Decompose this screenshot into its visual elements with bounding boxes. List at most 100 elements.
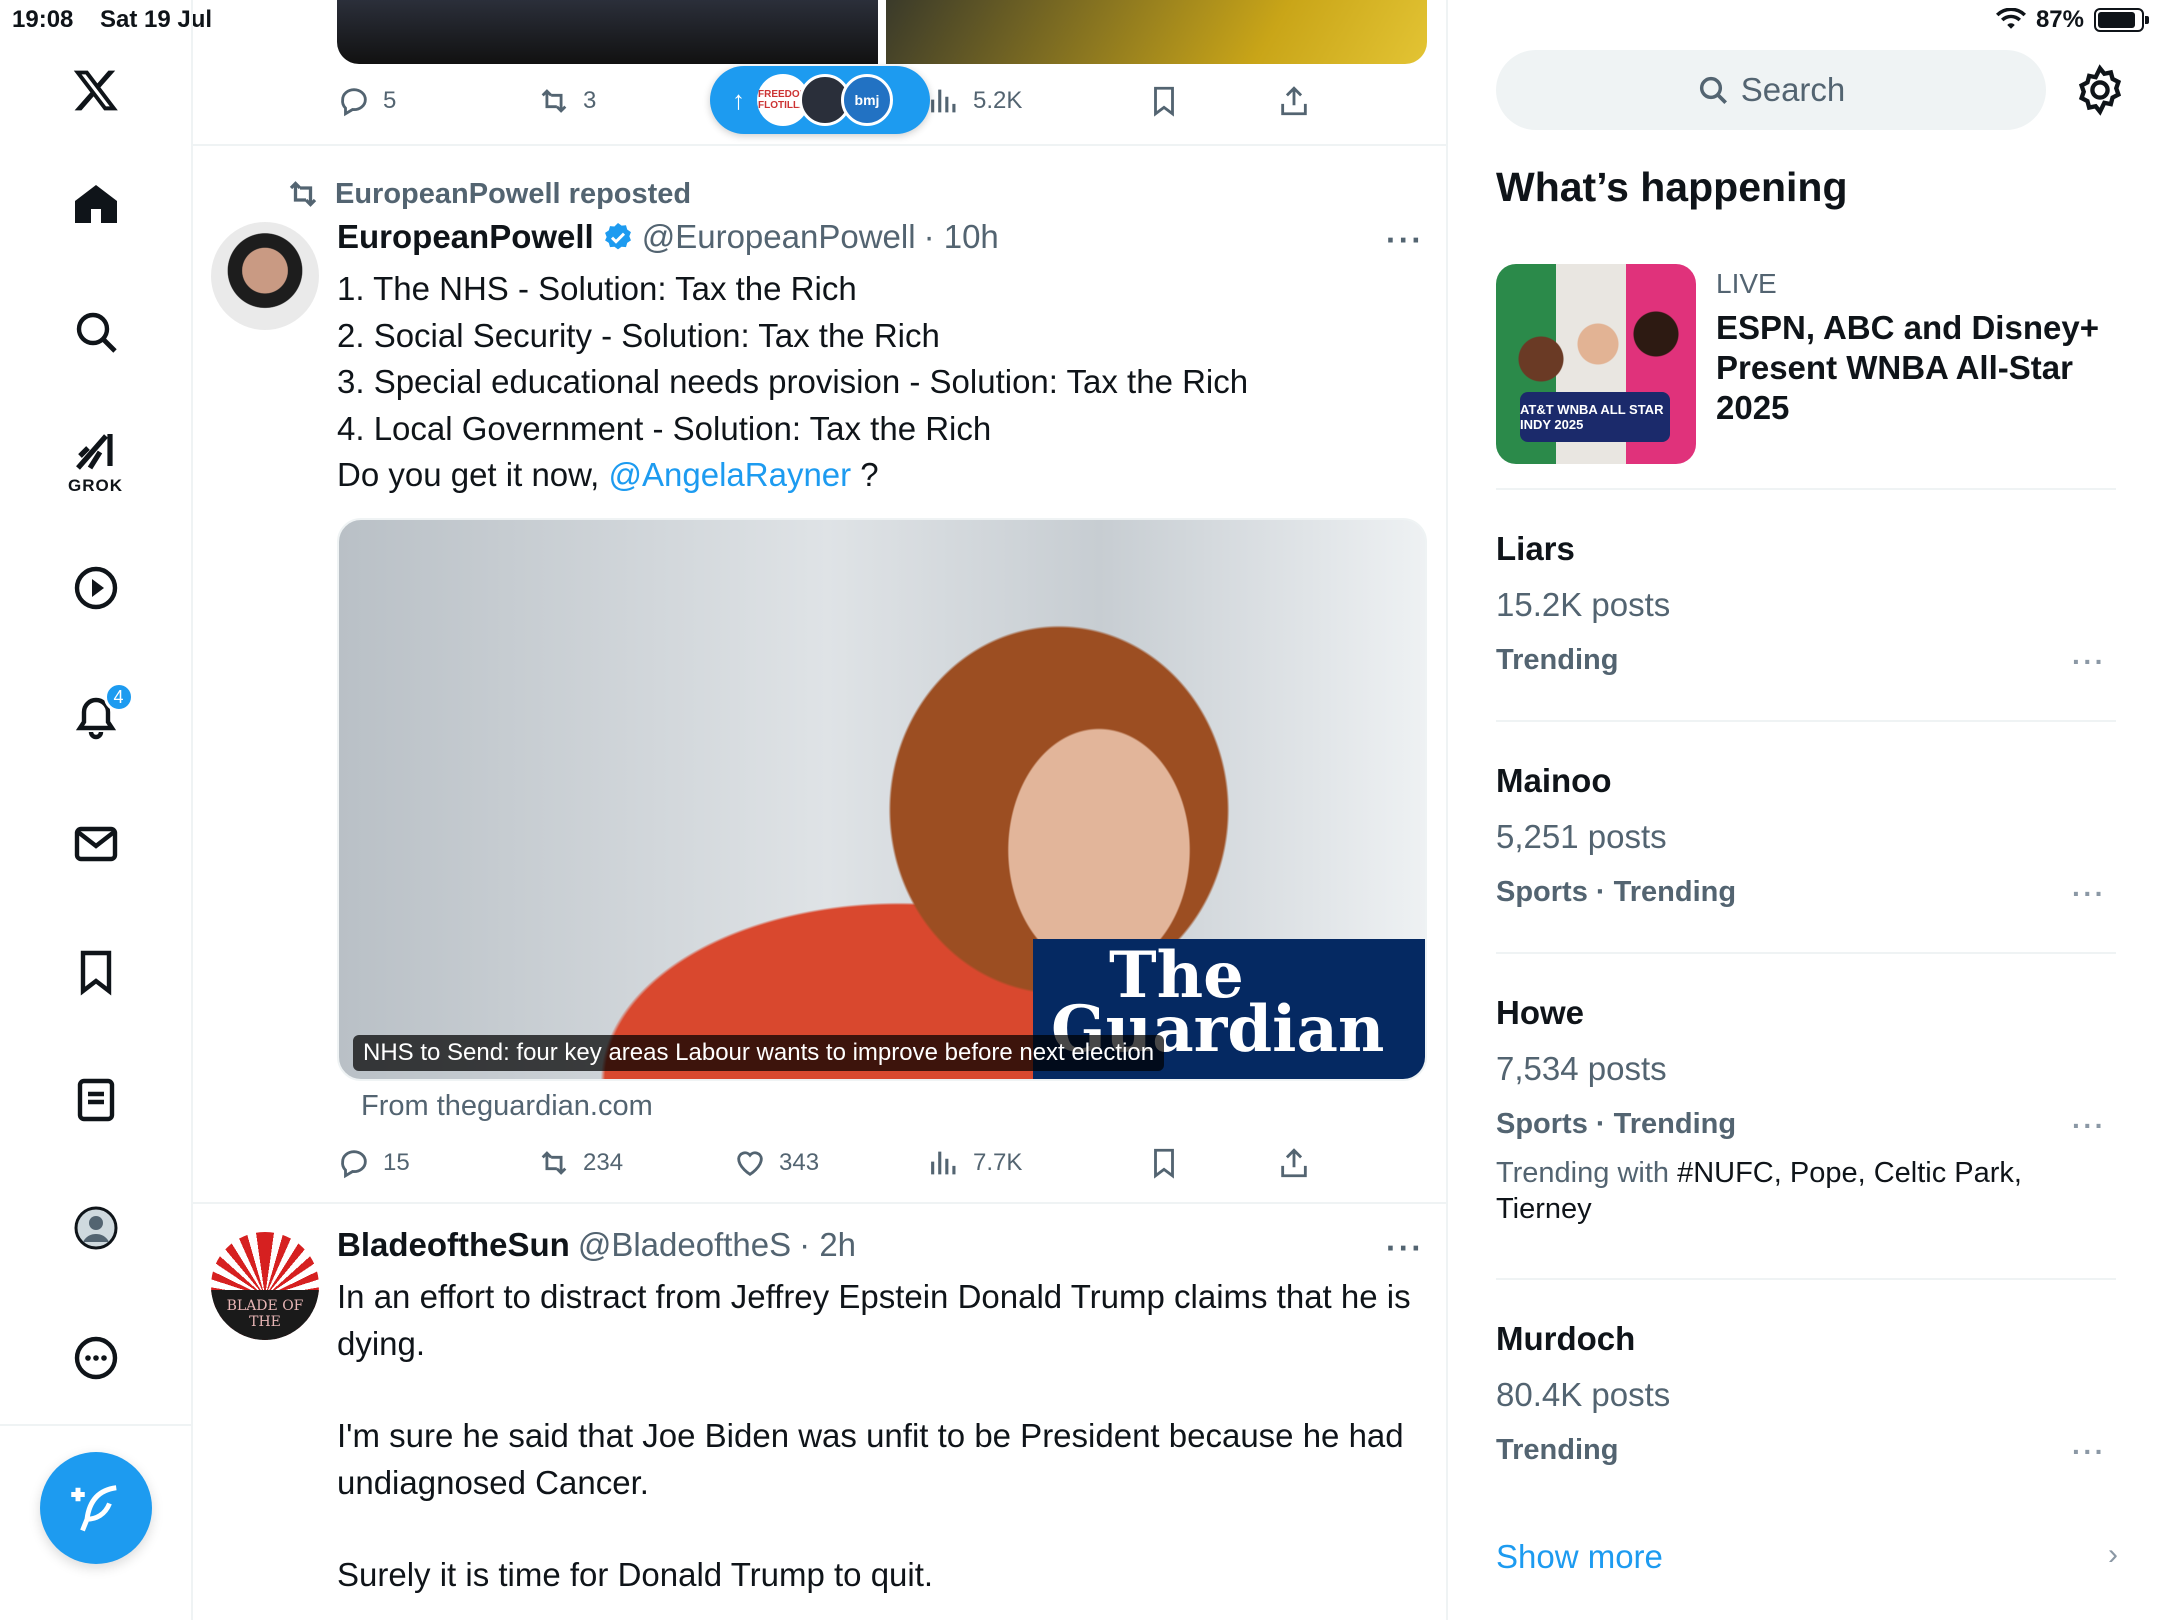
trend-posts: 7,534 posts <box>1496 1050 1667 1087</box>
view-count: 5.2K <box>973 87 1023 114</box>
trend-divider <box>1496 720 2116 722</box>
new-posts-pill[interactable]: ↑ FREEDOM FLOTILLA bmj <box>710 66 930 134</box>
trend-more-button[interactable]: ··· <box>2072 878 2106 910</box>
reply-icon <box>341 1150 367 1179</box>
post-paragraph: I'm sure he said that Joe Biden was unfi… <box>337 1417 1404 1501</box>
search-input[interactable]: Search <box>1496 50 2046 130</box>
grok-label: GROK <box>68 476 123 495</box>
search-icon[interactable] <box>48 284 144 380</box>
like-button[interactable]: 343 <box>733 1146 819 1180</box>
compose-button[interactable] <box>40 1452 152 1564</box>
avatar[interactable]: BLADE OF THE <box>211 1232 319 1340</box>
trend-posts: 15.2K posts <box>1496 586 1671 623</box>
right-sidebar: Search What’s happening AT&T WNBA ALL ST… <box>1448 0 2160 1620</box>
mail-icon[interactable] <box>48 796 144 892</box>
post-time[interactable]: · 2h <box>799 1226 856 1264</box>
trend-category: Trending <box>1496 1434 1619 1466</box>
verified-icon <box>604 223 631 250</box>
repost-button[interactable]: 3 <box>537 84 596 118</box>
profile-icon[interactable] <box>48 1180 144 1276</box>
share-button[interactable] <box>1277 84 1311 118</box>
event-badge: AT&T WNBA ALL STAR INDY 2025 <box>1520 392 1670 442</box>
post-time[interactable]: · 10h <box>924 218 999 256</box>
bookmark-button[interactable] <box>1147 84 1181 118</box>
repost-icon <box>541 89 567 113</box>
author-name[interactable]: BladeoftheSun <box>337 1226 570 1264</box>
gear-icon[interactable] <box>2074 64 2126 116</box>
trend-category: Sports · Trending <box>1496 1108 1737 1140</box>
trend-more-button[interactable]: ··· <box>2072 1436 2106 1468</box>
section-title: What’s happening <box>1496 164 1848 210</box>
media-thumb[interactable] <box>886 0 1427 64</box>
arrow-up-icon: ↑ <box>732 84 745 115</box>
author-handle[interactable]: @BladeoftheS <box>578 1226 791 1264</box>
repost-icon <box>289 181 317 207</box>
live-event-image[interactable]: AT&T WNBA ALL STAR INDY 2025 <box>1496 264 1696 464</box>
compose-icon <box>71 1485 117 1532</box>
left-nav: GROK 4 <box>0 0 193 1620</box>
mention-link[interactable]: @AngelaRayner <box>609 456 852 493</box>
more-icon[interactable] <box>48 1310 144 1406</box>
card-caption: NHS to Send: four key areas Labour wants… <box>353 1035 1165 1071</box>
notification-badge: 4 <box>103 682 134 712</box>
post-paragraph: Surely it is time for Donald Trump to qu… <box>337 1556 934 1593</box>
home-icon[interactable] <box>48 156 144 252</box>
bookmark-button[interactable] <box>1147 1146 1181 1180</box>
trend-item[interactable]: Howe 7,534 posts Sports · Trending Trend… <box>1496 994 2116 1227</box>
previous-post-media[interactable] <box>337 0 1427 64</box>
notifications-button[interactable]: 4 <box>48 668 144 764</box>
trend-item[interactable]: Liars 15.2K posts Trending ··· <box>1496 530 2116 677</box>
trend-item[interactable]: Murdoch 80.4K posts Trending ··· <box>1496 1320 2116 1467</box>
search-icon <box>1699 76 1727 104</box>
post-actions: 15 234 343 7.7K <box>337 1146 1337 1186</box>
live-event-title[interactable]: ESPN, ABC and Disney+ Present WNBA All-S… <box>1716 308 2136 428</box>
share-icon <box>1281 1148 1307 1178</box>
repost-count: 3 <box>583 87 597 114</box>
views-button[interactable]: 5.2K <box>927 84 1022 118</box>
post-divider <box>193 144 1446 146</box>
trend-item[interactable]: Mainoo 5,251 posts Sports · Trending ··· <box>1496 762 2116 909</box>
show-more-link[interactable]: Show more <box>1496 1538 1663 1576</box>
repost-count: 234 <box>583 1149 624 1176</box>
author-handle[interactable]: @EuropeanPowell <box>642 218 916 256</box>
reply-button[interactable]: 15 <box>337 1146 410 1180</box>
trend-category: Trending <box>1496 644 1619 676</box>
trend-divider <box>1496 488 2116 490</box>
bookmark-icon <box>1154 1148 1174 1179</box>
reply-button[interactable]: 5 <box>337 84 396 118</box>
list-icon[interactable] <box>48 1052 144 1148</box>
trend-name: Mainoo <box>1496 762 1612 799</box>
trend-more-button[interactable]: ··· <box>2072 1110 2106 1142</box>
post-line: 4. Local Government - Solution: Tax the … <box>337 409 992 447</box>
post-paragraph: In an effort to distract from Jeffrey Ep… <box>337 1278 1411 1362</box>
post-header: EuropeanPowell @EuropeanPowell · 10h <box>337 218 999 256</box>
share-button[interactable] <box>1277 1146 1311 1180</box>
bookmark-icon[interactable] <box>48 924 144 1020</box>
live-label: LIVE <box>1716 268 1777 299</box>
chevron-right-icon: › <box>2108 1538 2118 1571</box>
avatar-text: BLADE OF THE <box>211 1290 319 1340</box>
video-icon[interactable] <box>48 540 144 636</box>
repost-button[interactable]: 234 <box>537 1146 623 1180</box>
author-name[interactable]: EuropeanPowell <box>337 218 594 256</box>
post-divider <box>193 1202 1446 1204</box>
repost-indicator[interactable]: EuropeanPowell reposted <box>285 176 691 212</box>
reply-count: 15 <box>383 1149 410 1176</box>
card-source[interactable]: From theguardian.com <box>361 1090 653 1123</box>
nav-divider <box>0 1424 193 1426</box>
media-thumb[interactable] <box>337 0 878 64</box>
avatar[interactable] <box>211 222 319 330</box>
link-card-image[interactable]: The Guardian NHS to Send: four key areas… <box>337 518 1427 1081</box>
trend-related: Trending with #NUFC, Pope, Celtic Park, … <box>1496 1157 2022 1225</box>
timeline: 5 3 5.2K ↑ FREEDOM FLOTILLA bmj European… <box>193 0 1448 1620</box>
views-button[interactable]: 7.7K <box>927 1146 1022 1180</box>
repost-icon <box>541 1151 567 1175</box>
like-count: 343 <box>779 1149 820 1176</box>
x-logo-icon[interactable] <box>48 42 144 138</box>
trend-more-button[interactable]: ··· <box>2072 646 2106 678</box>
trend-posts: 80.4K posts <box>1496 1376 1671 1413</box>
post-more-button[interactable]: ··· <box>1386 222 1424 259</box>
post-more-button[interactable]: ··· <box>1386 1230 1424 1267</box>
trend-name: Murdoch <box>1496 1320 1636 1357</box>
